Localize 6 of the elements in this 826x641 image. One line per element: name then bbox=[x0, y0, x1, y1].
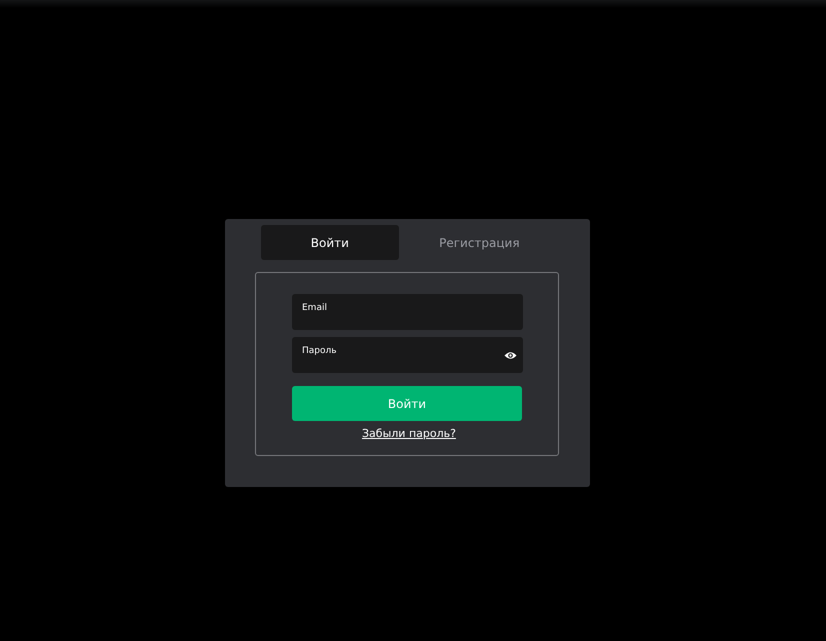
tab[interactable]: Войти bbox=[261, 225, 399, 260]
forgot-password-link[interactable]: Забыли пароль? bbox=[362, 427, 456, 440]
eye-icon[interactable] bbox=[504, 351, 517, 360]
input-field[interactable]: Email bbox=[292, 294, 523, 330]
tab[interactable]: Регистрация bbox=[398, 225, 560, 260]
input-field[interactable]: Пароль bbox=[292, 337, 523, 373]
